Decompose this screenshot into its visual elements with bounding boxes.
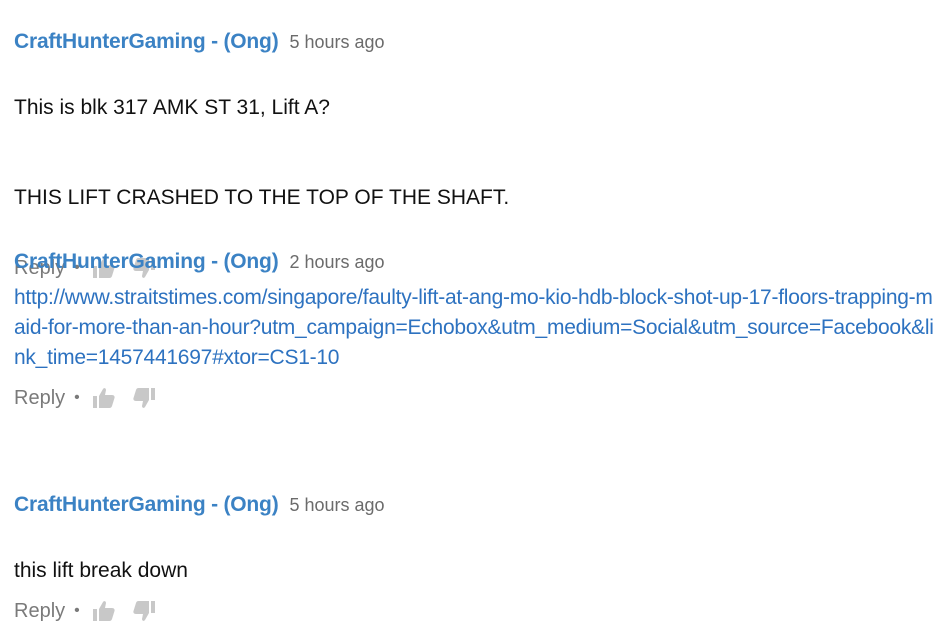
comment-timestamp[interactable]: 5 hours ago — [289, 495, 384, 516]
comment-timestamp[interactable]: 5 hours ago — [289, 32, 384, 53]
author-name-link[interactable]: CraftHunterGaming - (Ong) — [14, 30, 279, 54]
comment: CraftHunterGaming - (Ong) 5 hours ago Th… — [14, 30, 944, 284]
like-button[interactable] — [89, 596, 119, 626]
comment-header: CraftHunterGaming - (Ong) 5 hours ago — [14, 30, 944, 56]
comment-text: This is blk 317 AMK ST 31, Lift A? THIS … — [14, 63, 944, 243]
thumbs-down-icon — [133, 388, 155, 408]
thumbs-down-icon — [133, 601, 155, 621]
comment-text-line: this lift break down — [14, 559, 188, 582]
comment-text-line: This is blk 317 AMK ST 31, Lift A? — [14, 96, 330, 119]
author-name-link[interactable]: CraftHunterGaming - (Ong) — [14, 493, 279, 517]
reply-button[interactable]: Reply — [14, 600, 65, 623]
thumbs-up-icon — [92, 601, 115, 621]
author-name-link[interactable]: CraftHunterGaming - (Ong) — [14, 250, 279, 274]
dislike-button[interactable] — [129, 596, 159, 626]
comment-actions: Reply • — [14, 382, 944, 414]
comment-url-link[interactable]: http://www.straitstimes.com/singapore/fa… — [14, 283, 944, 373]
comment: CraftHunterGaming - (Ong) 5 hours ago th… — [14, 493, 944, 627]
separator-dot: • — [74, 602, 80, 619]
comment-header: CraftHunterGaming - (Ong) 5 hours ago — [14, 493, 944, 519]
like-button[interactable] — [89, 383, 119, 413]
comment-timestamp[interactable]: 2 hours ago — [289, 252, 384, 273]
separator-dot: • — [74, 389, 80, 406]
dislike-button[interactable] — [129, 383, 159, 413]
reply-button[interactable]: Reply — [14, 387, 65, 410]
comment-text: this lift break down — [14, 526, 944, 586]
thumbs-up-icon — [92, 388, 115, 408]
comment: CraftHunterGaming - (Ong) 2 hours ago ht… — [14, 250, 944, 414]
comment-actions: Reply • — [14, 595, 944, 627]
comment-header: CraftHunterGaming - (Ong) 2 hours ago — [14, 250, 944, 276]
comment-text-line: THIS LIFT CRASHED TO THE TOP OF THE SHAF… — [14, 186, 510, 209]
